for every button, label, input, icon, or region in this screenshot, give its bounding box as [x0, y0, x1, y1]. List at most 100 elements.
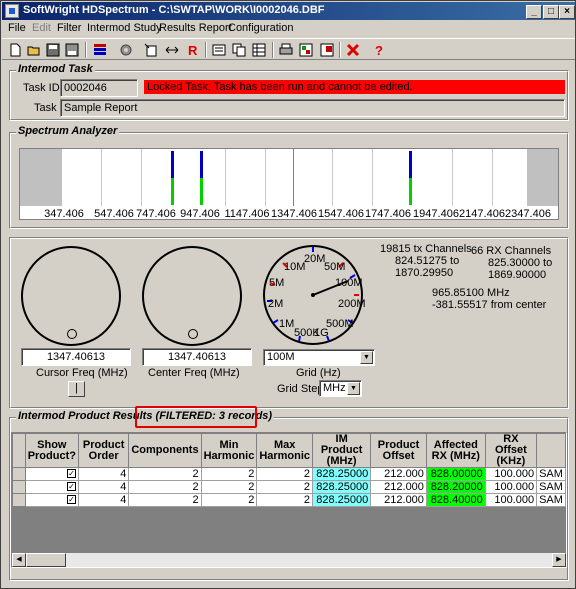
spectrum-marker-tx: [200, 178, 203, 205]
menu-edit[interactable]: Edit: [32, 22, 51, 34]
product-offset-cell: 212.000: [370, 493, 427, 507]
show-product-checkbox[interactable]: ✓: [66, 495, 76, 505]
menu-bar: File Edit Filter Intermod Study Results …: [2, 20, 575, 38]
grid-step-select[interactable]: MHz ▼: [319, 380, 362, 397]
close-window-button[interactable]: ×: [559, 5, 575, 19]
results-grid[interactable]: Show Product? Product Order Components M…: [11, 432, 567, 568]
extra-cell: SAM: [536, 493, 566, 507]
spectrum-tick-label: 1747.406: [365, 208, 411, 220]
chevron-down-icon[interactable]: ▼: [360, 351, 373, 364]
list-icon[interactable]: [91, 41, 109, 59]
report-icon[interactable]: [210, 41, 228, 59]
print-icon[interactable]: [277, 41, 295, 59]
new-icon[interactable]: [6, 41, 24, 59]
column-header[interactable]: Components: [128, 433, 202, 468]
cursor-freq-field[interactable]: 1347.40613: [21, 348, 131, 366]
spectrum-marker-rx: [200, 151, 203, 178]
dial-label-2m: 2M: [268, 298, 284, 310]
product-offset-cell: 212.000: [370, 467, 427, 481]
settings-icon[interactable]: [117, 41, 135, 59]
svg-text:R: R: [188, 43, 198, 57]
spectrum-display[interactable]: 347.406 547.406 747.406 947.406 1147.406…: [19, 148, 559, 220]
menu-results-report[interactable]: Results Report: [159, 22, 232, 34]
cursor-step-button[interactable]: |: [68, 381, 85, 397]
scroll-right-icon[interactable]: ▶: [552, 553, 566, 567]
column-header[interactable]: [536, 433, 566, 468]
scroll-thumb[interactable]: [26, 553, 66, 567]
dial-label-5m: 5M: [269, 277, 285, 289]
run-icon[interactable]: R: [184, 41, 202, 59]
copy-icon[interactable]: [230, 41, 248, 59]
close-icon[interactable]: [344, 41, 362, 59]
spectrum-tick-label: 1547.406: [318, 208, 364, 220]
table-row[interactable]: ✓ 4 2 2 2 828.25000 212.000 828.00000 10…: [12, 467, 566, 481]
export-icon[interactable]: [297, 41, 315, 59]
task-name-field[interactable]: Sample Report: [60, 99, 565, 117]
column-header[interactable]: Product Offset: [370, 433, 427, 468]
import-icon[interactable]: [142, 41, 160, 59]
extra-cell: SAM: [536, 480, 566, 494]
horizontal-scrollbar[interactable]: ◀ ▶: [12, 553, 566, 567]
menu-configuration[interactable]: Configuration: [228, 22, 293, 34]
table-icon[interactable]: [250, 41, 268, 59]
max-harmonic-cell: 2: [256, 493, 314, 507]
dial-label-50m: 50M: [324, 261, 346, 273]
row-selector[interactable]: [12, 467, 26, 481]
export-table-icon[interactable]: [318, 41, 336, 59]
cursor-freq-knob[interactable]: [21, 246, 121, 346]
center-freq-field[interactable]: 1347.40613: [142, 348, 252, 366]
help-icon[interactable]: ?: [370, 41, 388, 59]
cursor-knob-indicator: [67, 329, 77, 339]
grid-step-label: Grid Step: [277, 383, 324, 395]
tx-range-start: 824.51275 to: [395, 255, 460, 267]
disk-icon[interactable]: [63, 41, 81, 59]
center-freq-knob[interactable]: [142, 246, 242, 346]
title-bar[interactable]: SoftWright HDSpectrum - C:\SWTAP\WORK\I0…: [2, 2, 575, 20]
min-harmonic-cell: 2: [200, 467, 258, 481]
show-product-cell[interactable]: ✓: [24, 467, 79, 481]
max-harmonic-cell: 2: [256, 480, 314, 494]
spectrum-marker-tx: [171, 178, 174, 205]
column-header[interactable]: Product Order: [77, 433, 130, 468]
menu-filter[interactable]: Filter: [57, 22, 81, 34]
app-icon: [5, 4, 19, 18]
cursor-freq-label: Cursor Freq (MHz): [36, 367, 128, 379]
table-row[interactable]: ✓ 4 2 2 2 828.25000 212.000 828.40000 10…: [12, 493, 566, 507]
column-header[interactable]: Affected RX (MHz): [425, 433, 486, 468]
grid-select-value: 100M: [267, 351, 295, 363]
dial-label-20m: 20M: [304, 253, 326, 265]
filter-highlight: [135, 406, 257, 428]
menu-file[interactable]: File: [8, 22, 26, 34]
show-product-cell[interactable]: ✓: [24, 493, 79, 507]
table-row[interactable]: ✓ 4 2 2 2 828.25000 212.000 828.20000 10…: [12, 480, 566, 494]
row-selector[interactable]: [12, 480, 26, 494]
maximize-button[interactable]: □: [543, 5, 559, 19]
save-icon[interactable]: [44, 41, 62, 59]
show-product-checkbox[interactable]: ✓: [66, 469, 76, 479]
menu-intermod-study[interactable]: Intermod Study: [87, 22, 162, 34]
grid-step-value: MHz: [323, 382, 346, 394]
row-selector[interactable]: [12, 493, 26, 507]
chevron-down-icon[interactable]: ▼: [347, 382, 360, 395]
scroll-left-icon[interactable]: ◀: [12, 553, 26, 567]
app-window: SoftWright HDSpectrum - C:\SWTAP\WORK\I0…: [0, 0, 576, 589]
column-header[interactable]: Max Harmonic: [256, 433, 314, 468]
affected-rx-cell: 828.40000: [425, 493, 486, 507]
column-header[interactable]: IM Product (MHz): [312, 433, 372, 468]
show-product-cell[interactable]: ✓: [24, 480, 79, 494]
column-header[interactable]: Min Harmonic: [200, 433, 258, 468]
minimize-button[interactable]: _: [526, 5, 542, 19]
product-order-cell: 4: [77, 480, 130, 494]
center-knob-indicator: [188, 329, 198, 339]
spectrum-tick-label: 2147.406: [459, 208, 505, 220]
range-icon[interactable]: [163, 41, 181, 59]
column-header[interactable]: Show Product?: [24, 433, 79, 468]
show-product-checkbox[interactable]: ✓: [66, 482, 76, 492]
grid-select[interactable]: 100M ▼: [263, 349, 375, 366]
product-offset-cell: 212.000: [370, 480, 427, 494]
components-cell: 2: [128, 493, 202, 507]
open-icon[interactable]: [25, 41, 43, 59]
task-id-field[interactable]: 0002046: [60, 79, 138, 97]
column-header[interactable]: RX Offset (KHz): [484, 433, 538, 468]
rx-range-end: 1869.90000: [488, 269, 547, 281]
